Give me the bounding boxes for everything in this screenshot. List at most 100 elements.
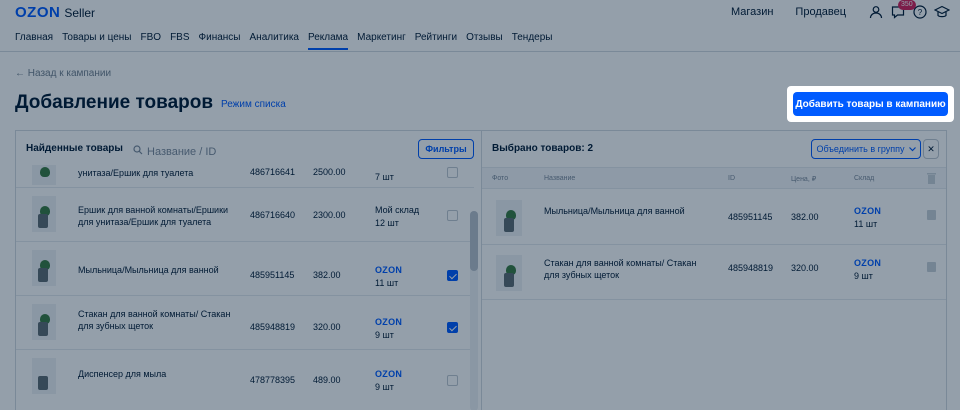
nav-item-reviews[interactable]: Отзывы [466,32,503,50]
nav-item-home[interactable]: Главная [15,32,53,50]
education-icon[interactable] [934,4,950,20]
product-name: Мыльница/Мыльница для ванной [78,265,219,275]
product-price: 320.00 [791,263,819,273]
close-button[interactable]: ✕ [923,139,939,159]
product-row[interactable]: Ершик для ванной комнаты/Ершики для унит… [16,187,474,240]
product-id: 478778395 [250,375,296,385]
product-warehouse: OZON 9 шт [375,368,402,394]
ozon-warehouse-label: OZON [375,317,403,327]
product-thumbnail [32,358,56,394]
product-id: 485951145 [728,212,773,222]
header-actions: Магазин Продавец 350 ? [731,0,950,20]
nav-item-fbs[interactable]: FBS [170,32,189,50]
product-price: 2500.00 [313,167,346,177]
merge-group-button[interactable]: Объединить в группу [811,139,921,159]
column-id[interactable]: ID [728,175,735,182]
product-warehouse: OZON 11 шт [854,205,881,231]
stock-count: 11 шт [375,278,399,288]
trash-icon[interactable] [927,210,936,220]
product-checkbox[interactable] [447,210,458,221]
product-thumbnail [496,200,522,236]
selected-products-panel: Выбрано товаров: 2 Объединить в группу ✕… [481,130,947,410]
list-mode-link[interactable]: Режим списка [221,99,286,110]
nav-item-analytics[interactable]: Аналитика [250,32,300,50]
selected-row[interactable]: Стакан для ванной комнаты/ Стакан для зу… [482,245,946,300]
product-id: 485948819 [250,322,296,332]
product-warehouse: OZON 9 шт [854,257,881,283]
nav-item-finance[interactable]: Финансы [199,32,241,50]
column-price[interactable]: Цена, ₽ [791,175,816,183]
product-name: Диспенсер для мыла [78,369,167,379]
ozon-warehouse-label: OZON [375,265,403,275]
product-price: 2300.00 [313,210,346,220]
nav-item-tenders[interactable]: Тендеры [512,32,553,50]
merge-group-label: Объединить в группу [816,144,905,154]
nav-item-ratings[interactable]: Рейтинги [415,32,457,50]
main-nav: Главная Товары и цены FBO FBS Финансы Ан… [15,32,561,50]
back-link[interactable]: ← Назад к кампании [15,68,111,79]
selected-count-title: Выбрано товаров: 2 [492,143,594,154]
product-checkbox[interactable] [447,375,458,386]
chevron-down-icon [908,144,916,154]
nav-item-ads[interactable]: Реклама [308,32,349,50]
column-photo: Фото [492,175,509,182]
user-icon[interactable] [868,4,884,20]
product-row[interactable]: Мыльница/Мыльница для ванной 485951145 3… [16,241,474,294]
warehouse-name: Мой склад [375,205,420,215]
seller-link[interactable]: Продавец [795,6,846,18]
scrollbar-track[interactable] [470,211,478,410]
product-checkbox-checked[interactable] [447,270,458,281]
product-id: 485951145 [250,270,295,280]
shop-link[interactable]: Магазин [731,6,773,18]
chat-icon[interactable]: 350 [890,0,916,20]
seller-label: Seller [64,6,96,20]
product-thumbnail [32,304,56,340]
stock-count: 9 шт [854,271,873,281]
column-name[interactable]: Название [544,175,575,182]
product-warehouse: OZON 9 шт [375,316,402,342]
product-name: Стакан для ванной комнаты/ Стакан для зу… [544,258,697,280]
table-header: Фото Название ID Цена, ₽ Склад [482,167,946,189]
svg-text:?: ? [918,8,923,17]
help-icon[interactable]: ? [912,4,928,20]
highlight-spotlight: Добавить товары в кампанию [787,86,954,122]
product-thumbnail [32,250,56,286]
add-products-to-campaign-button[interactable]: Добавить товары в кампанию [793,92,948,116]
nav-item-marketing[interactable]: Маркетинг [357,32,406,50]
product-row[interactable]: Стакан для ванной комнаты/ Стакан для зу… [16,295,474,348]
product-warehouse: OZON 11 шт [375,264,402,290]
column-warehouse[interactable]: Склад [854,175,874,182]
product-price: 382.00 [313,270,341,280]
nav-item-products[interactable]: Товары и цены [62,32,131,50]
product-id: 486716640 [250,210,296,220]
ozon-warehouse-label: OZON [854,258,882,268]
product-stock: 7 шт [375,172,394,182]
stock-count: 12 шт [375,218,399,228]
product-name: Стакан для ванной комнаты/ Стакан для зу… [78,309,231,331]
product-checkbox[interactable] [447,167,458,178]
product-thumbnail [32,196,56,232]
product-name: Мыльница/Мыльница для ванной [544,206,685,216]
stock-count: 11 шт [854,219,878,229]
logo[interactable]: OZON Seller [15,4,95,21]
trash-icon[interactable] [927,173,936,186]
product-price: 489.00 [313,375,341,385]
scrollbar-thumb[interactable] [470,211,478,271]
product-thumbnail [32,165,56,185]
trash-icon[interactable] [927,262,936,272]
product-checkbox-checked[interactable] [447,322,458,333]
product-warehouse: Мой склад 12 шт [375,204,419,230]
product-name: Ершик для ванной комнаты/Ершики для унит… [78,205,229,227]
product-row[interactable]: Диспенсер для мыла 478778395 489.00 OZON… [16,349,474,402]
product-price: 320.00 [313,322,341,332]
stock-count: 9 шт [375,330,394,340]
page-title: Добавление товаров [15,92,214,113]
brand-name: OZON [15,4,61,21]
selected-row[interactable]: Мыльница/Мыльница для ванной 485951145 3… [482,190,946,245]
stock-count: 9 шт [375,382,394,392]
product-price: 382.00 [791,212,819,222]
nav-divider [0,51,960,52]
product-id: 485948819 [728,263,774,273]
product-thumbnail [496,255,522,291]
nav-item-fbo[interactable]: FBO [141,32,162,50]
